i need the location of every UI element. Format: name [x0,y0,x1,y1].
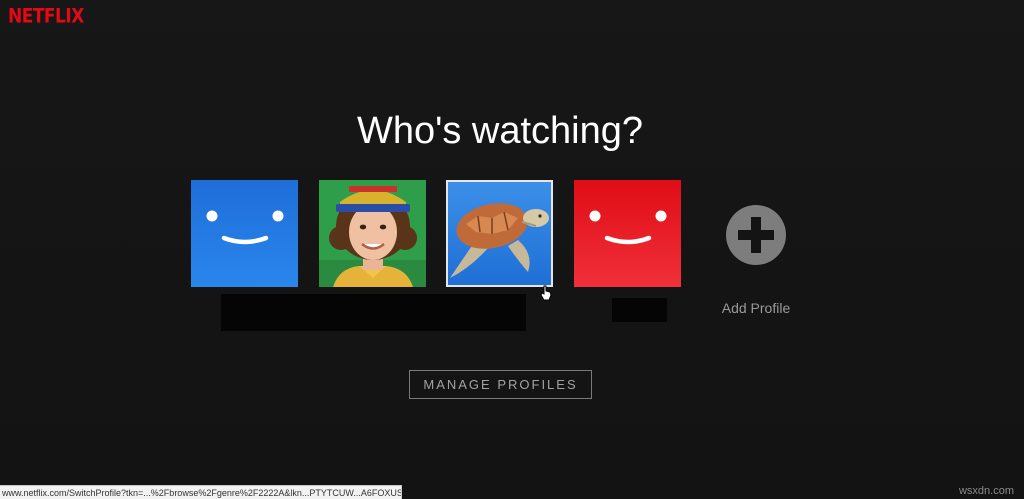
netflix-logo[interactable]: NETFLIX [8,5,84,28]
profile-gate-page: NETFLIX Who's watching? Add Profile MANA… [0,0,1024,499]
profile-avatar-blue-smiley[interactable] [191,180,298,287]
hand-cursor-icon [540,285,552,301]
smiley-icon [574,180,681,287]
profile-avatar-turtle[interactable] [446,180,553,287]
add-profile-button[interactable]: Add Profile [716,205,796,316]
redacted-profile-name [612,298,667,322]
smiley-icon [191,180,298,287]
boy-portrait-icon [319,180,426,287]
profile-avatar-boy[interactable] [319,180,426,287]
manage-profiles-button[interactable]: MANAGE PROFILES [409,370,592,399]
redacted-profile-name [221,294,526,331]
plus-circle-icon [726,205,786,265]
browser-status-url: www.netflix.com/SwitchProfile?tkn=...%2F… [0,485,402,499]
turtle-icon [448,182,551,285]
add-profile-label: Add Profile [721,300,791,316]
watermark-text: wsxdn.com [958,485,1014,497]
page-title: Who's watching? [356,110,644,152]
profile-avatar-red-smiley[interactable] [574,180,681,287]
